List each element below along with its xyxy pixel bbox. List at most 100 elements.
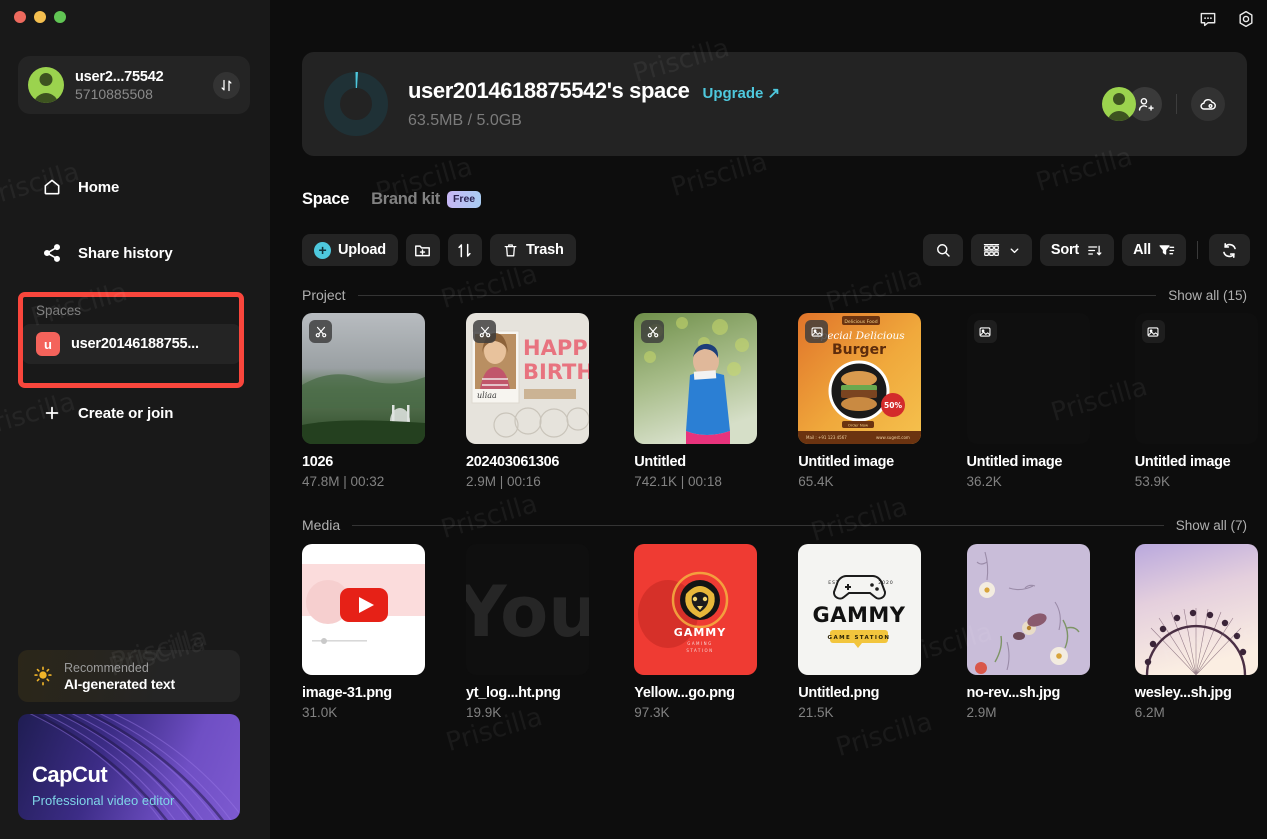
media-title: wesley...sh.jpg	[1134, 685, 1232, 701]
section-header-project: Project Show all (15)	[302, 287, 1247, 303]
scissors-icon	[647, 326, 659, 337]
promo-capcut-title: CapCut	[32, 762, 108, 787]
sidebar-item-home[interactable]: Home	[18, 167, 250, 207]
member-avatars	[1102, 87, 1162, 121]
upgrade-link[interactable]: Upgrade ↗	[703, 84, 781, 102]
project-meta: 2.9M | 00:16	[466, 474, 541, 489]
svg-text:HAPP: HAPP	[523, 336, 588, 360]
search-icon	[936, 244, 950, 257]
section-title: Media	[302, 517, 341, 533]
thumb-purple-flowers	[966, 544, 1090, 675]
main-content: user2014618875542's space Upgrade ↗ 63.5…	[270, 0, 1267, 839]
project-card[interactable]: Untitled 742.1K | 00:18	[634, 313, 758, 489]
project-thumbnail: uliaa HAPP BIRTH	[466, 313, 589, 444]
media-meta: 21.5K	[798, 705, 834, 720]
scissors-icon	[479, 326, 490, 337]
tab-space[interactable]: Space	[302, 190, 349, 209]
project-card[interactable]: uliaa HAPP BIRTH 202403061306 2.9M | 00:…	[466, 313, 593, 489]
chevron-down-icon	[1010, 247, 1019, 253]
sort-button[interactable]: Sort	[1039, 234, 1115, 266]
project-type-badge	[473, 320, 496, 343]
account-card[interactable]: user2...75542 5710885508	[18, 56, 250, 114]
thumb-ferris-wheel	[1134, 544, 1258, 675]
filter-label: All	[1133, 242, 1151, 258]
media-title: Yellow...go.png	[634, 685, 735, 701]
promo-capcut-banner[interactable]: CapCut Professional video editor	[18, 714, 240, 820]
media-thumbnail: EST 2020 GAMMY GAME STATION	[798, 544, 922, 675]
upload-button[interactable]: + Upload	[302, 234, 398, 266]
media-card[interactable]: image-31.png 31.0K	[302, 544, 425, 720]
sidebar-item-share-history[interactable]: Share history	[18, 233, 250, 273]
svg-text:BIRTH: BIRTH	[523, 360, 589, 384]
divider	[352, 524, 1164, 526]
section-title: Project	[302, 287, 346, 303]
storage-ring	[324, 72, 388, 136]
media-card[interactable]: wesley...sh.jpg 6.2M	[1134, 544, 1262, 720]
media-card[interactable]: You yt_log...ht.png 19.9K	[466, 544, 593, 720]
project-type-badge	[973, 320, 997, 343]
media-card[interactable]: EST 2020 GAMMY GAME STATION Untitled.png…	[798, 544, 925, 720]
grid-view-icon	[983, 244, 1000, 256]
project-title: Untitled	[634, 454, 686, 470]
spaces-header: Spaces	[36, 302, 82, 318]
spaces-section: Spaces u user20146188755...	[22, 296, 241, 364]
switch-account-button[interactable]	[213, 71, 240, 99]
share-icon	[44, 244, 60, 262]
project-card[interactable]: Delicious Food Special Delicious Burger …	[798, 313, 925, 489]
promo-ai-generated-text[interactable]: Recommended AI-generated text	[18, 650, 240, 702]
svg-text:GAME STATION: GAME STATION	[828, 635, 891, 641]
divider	[1197, 241, 1198, 259]
svg-text:Mail : +91 123 4567: Mail : +91 123 4567	[806, 435, 847, 440]
refresh-icon	[1223, 242, 1236, 258]
media-title: image-31.png	[302, 685, 392, 701]
plus-icon	[45, 406, 59, 420]
content-tabs: Space Brand kit Free	[302, 190, 482, 209]
member-avatar[interactable]	[1102, 87, 1136, 121]
new-folder-button[interactable]	[405, 234, 440, 266]
space-actions	[1102, 87, 1225, 121]
close-window-button[interactable]	[14, 11, 26, 23]
tab-brand-kit-label: Brand kit	[371, 190, 440, 208]
view-mode-dropdown[interactable]	[970, 234, 1032, 266]
show-all-projects-link[interactable]: Show all (15)	[1168, 288, 1247, 303]
minimize-window-button[interactable]	[34, 11, 46, 23]
settings-button[interactable]	[1235, 8, 1257, 30]
sidebar-item-create-or-join[interactable]: Create or join	[18, 393, 250, 433]
tab-brand-kit[interactable]: Brand kit Free	[371, 190, 482, 209]
divider	[357, 294, 1157, 296]
svg-text:www.sugest.com: www.sugest.com	[876, 435, 910, 440]
search-button[interactable]	[922, 234, 963, 266]
thumb-gammy-white: EST 2020 GAMMY GAME STATION	[798, 544, 922, 675]
capcut-space-window: user2...75542 5710885508 Home Share hist…	[0, 0, 1267, 839]
project-card[interactable]: 1026 47.8M | 00:32	[302, 313, 425, 489]
thumb-youtube-play	[302, 544, 425, 675]
project-card[interactable]: Untitled image 36.2K	[966, 313, 1094, 489]
refresh-button[interactable]	[1209, 234, 1250, 266]
media-card[interactable]: GAMMY GAMING STATION Yellow...go.png 97.…	[634, 544, 758, 720]
project-grid: 1026 47.8M | 00:32 uliaa HAPP BIRTH 2024…	[302, 313, 1262, 489]
sort-toggle-button[interactable]	[447, 234, 482, 266]
media-card[interactable]: no-rev...sh.jpg 2.9M	[966, 544, 1094, 720]
project-meta: 36.2K	[966, 474, 1002, 489]
svg-text:Burger: Burger	[832, 342, 886, 358]
project-meta: 742.1K | 00:18	[634, 474, 722, 489]
account-id: 5710885508	[75, 85, 153, 102]
show-all-media-link[interactable]: Show all (7)	[1176, 518, 1247, 533]
trash-button[interactable]: Trash	[489, 234, 576, 266]
promo-ai-title: AI-generated text	[64, 675, 175, 692]
svg-text:GAMING: GAMING	[687, 641, 713, 646]
filter-button[interactable]: All	[1122, 234, 1186, 266]
feedback-chat-button[interactable]	[1197, 8, 1219, 30]
account-name: user2...75542	[75, 68, 164, 85]
upgrade-label: Upgrade	[702, 85, 764, 102]
project-thumbnail	[966, 313, 1090, 444]
account-text: user2...75542 5710885508	[75, 69, 202, 102]
cloud-button[interactable]	[1191, 87, 1225, 121]
sidebar-item-space[interactable]: u user20146188755...	[22, 324, 241, 364]
image-icon	[1147, 326, 1159, 337]
toolbar-left: + Upload Trash	[302, 234, 576, 266]
project-card[interactable]: Untitled image 53.9K	[1134, 313, 1262, 489]
promo-ai-text: Recommended AI-generated text	[64, 661, 175, 692]
maximize-window-button[interactable]	[54, 11, 66, 23]
window-top-icons	[1197, 8, 1257, 30]
